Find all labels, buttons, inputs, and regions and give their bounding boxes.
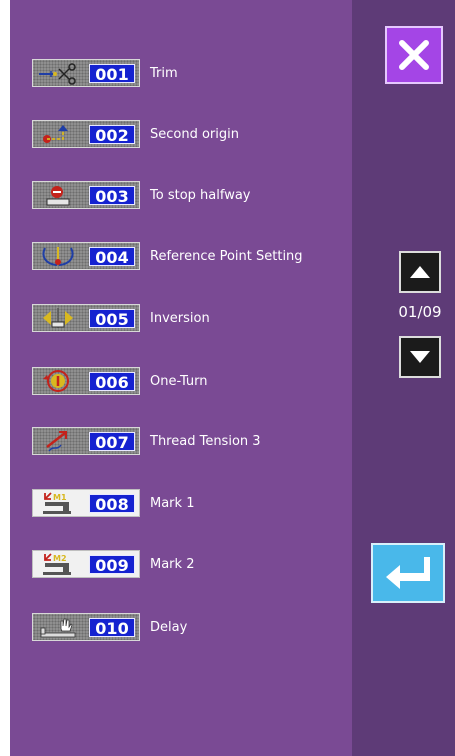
list-item: 003 To stop halfway bbox=[32, 180, 250, 210]
command-code: 008 bbox=[89, 494, 135, 514]
mark1-icon: M1 bbox=[33, 490, 83, 516]
thread-tension-icon bbox=[33, 428, 83, 454]
inversion-icon bbox=[33, 305, 83, 331]
reference-point-icon bbox=[33, 243, 83, 269]
command-label: Mark 2 bbox=[150, 556, 195, 572]
command-button-009[interactable]: M2 009 bbox=[32, 550, 140, 578]
command-label: Reference Point Setting bbox=[150, 248, 303, 264]
page-up-button[interactable] bbox=[399, 251, 441, 293]
command-code: 004 bbox=[89, 247, 135, 267]
command-label: Inversion bbox=[150, 310, 210, 326]
close-icon bbox=[399, 40, 429, 70]
command-button-010[interactable]: 010 bbox=[32, 613, 140, 641]
command-label: One-Turn bbox=[150, 373, 208, 389]
command-button-005[interactable]: 005 bbox=[32, 304, 140, 332]
command-code: 005 bbox=[89, 309, 135, 329]
page-indicator: 01/09 bbox=[398, 303, 442, 321]
command-code: 009 bbox=[89, 555, 135, 575]
list-item: 004 Reference Point Setting bbox=[32, 241, 303, 271]
command-button-002[interactable]: 002 bbox=[32, 120, 140, 148]
command-button-006[interactable]: 006 bbox=[32, 367, 140, 395]
command-code: 003 bbox=[89, 186, 135, 206]
enter-button[interactable] bbox=[371, 543, 445, 603]
close-button[interactable] bbox=[385, 26, 443, 84]
mark2-icon-label: M2 bbox=[53, 554, 67, 563]
command-code: 002 bbox=[89, 125, 135, 145]
command-code: 001 bbox=[89, 64, 135, 84]
command-label: Thread Tension 3 bbox=[150, 433, 261, 449]
one-turn-icon bbox=[33, 368, 83, 394]
command-button-001[interactable]: 001 bbox=[32, 59, 140, 87]
command-label: Mark 1 bbox=[150, 495, 195, 511]
list-item: 002 Second origin bbox=[32, 119, 239, 149]
command-label: Trim bbox=[150, 65, 178, 81]
page-down-button[interactable] bbox=[399, 336, 441, 378]
command-label: Second origin bbox=[150, 126, 239, 142]
list-item: 010 Delay bbox=[32, 612, 187, 642]
list-item: M2 009 Mark 2 bbox=[32, 549, 194, 579]
delay-icon bbox=[33, 614, 83, 640]
list-item: 005 Inversion bbox=[32, 303, 210, 333]
second-origin-icon bbox=[33, 121, 83, 147]
command-button-007[interactable]: 007 bbox=[32, 427, 140, 455]
list-item: 001 Trim bbox=[32, 58, 178, 88]
stop-halfway-icon bbox=[33, 182, 83, 208]
triangle-down-icon bbox=[410, 351, 430, 363]
command-code: 010 bbox=[89, 618, 135, 638]
list-item: M1 008 Mark 1 bbox=[32, 488, 194, 518]
command-button-003[interactable]: 003 bbox=[32, 181, 140, 209]
command-button-004[interactable]: 004 bbox=[32, 242, 140, 270]
screen: 001 Trim 002 Second origin 003 To stop h… bbox=[0, 0, 455, 756]
mark1-icon-label: M1 bbox=[53, 493, 67, 502]
list-item: 006 One-Turn bbox=[32, 366, 208, 396]
mark2-icon: M2 bbox=[33, 551, 83, 577]
list-item: 007 Thread Tension 3 bbox=[32, 426, 261, 456]
side-panel bbox=[352, 0, 455, 756]
triangle-up-icon bbox=[410, 266, 430, 278]
command-label: Delay bbox=[150, 619, 188, 635]
command-button-008[interactable]: M1 008 bbox=[32, 489, 140, 517]
enter-arrow-icon bbox=[386, 557, 430, 589]
command-code: 006 bbox=[89, 372, 135, 392]
command-code: 007 bbox=[89, 432, 135, 452]
command-label: To stop halfway bbox=[150, 187, 251, 203]
scissors-icon bbox=[33, 60, 83, 86]
